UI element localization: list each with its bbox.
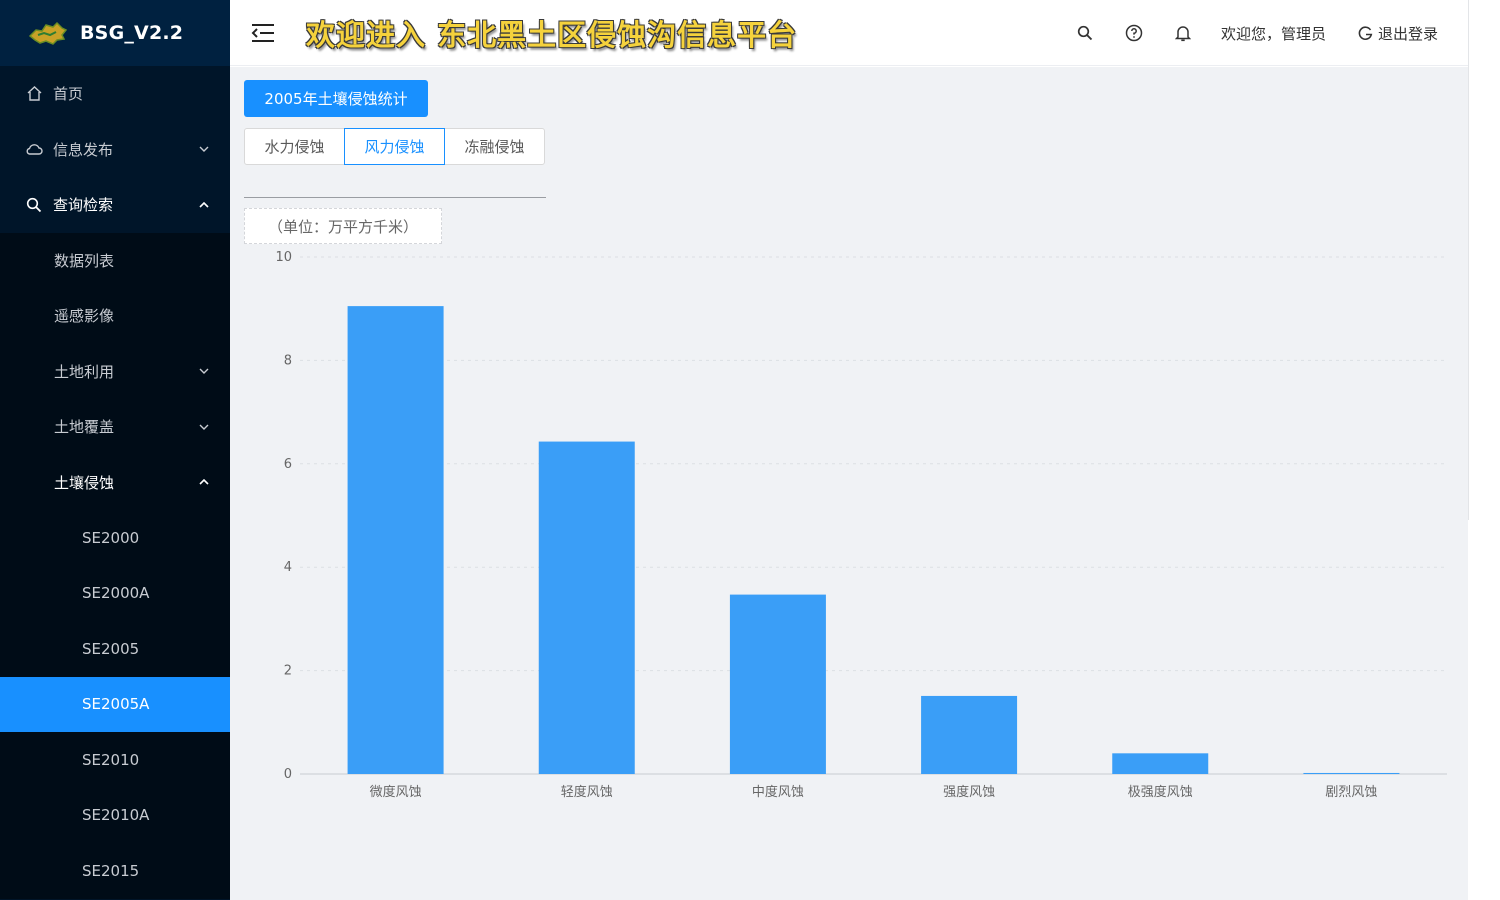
sidebar-item-label: SE2000 [82, 528, 140, 547]
tab-wind-erosion[interactable]: 风力侵蚀 [344, 128, 445, 165]
tab-divider [244, 197, 546, 198]
home-icon [25, 85, 43, 103]
sidebar-item-se2000[interactable]: SE2000 [0, 510, 230, 566]
x-category-label: 强度风蚀 [943, 784, 995, 800]
sidebar-item-label: 土壤侵蚀 [54, 473, 115, 492]
chevron-up-icon [198, 476, 210, 488]
sidebar-item-se2010a[interactable]: SE2010A [0, 787, 230, 843]
sidebar-item-label: SE2005 [82, 639, 140, 658]
chevron-up-icon [198, 199, 210, 211]
x-category-label: 微度风蚀 [370, 784, 422, 800]
header-actions: 欢迎您，管理员 退出登录 [1046, 0, 1438, 66]
bar[interactable] [729, 594, 826, 774]
help-icon[interactable] [1124, 23, 1144, 43]
sidebar-item-land-cover[interactable]: 土地覆盖 [0, 399, 230, 455]
right-scrollbar-area [1468, 0, 1500, 900]
wind-erosion-bar-chart: 0 2 4 6 8 10 微度风蚀 轻度风蚀 中度风蚀 强度风蚀 极强度风蚀 剧烈风蚀 [275, 250, 1447, 800]
bar[interactable] [921, 695, 1018, 774]
sidebar-item-label: SE2010A [82, 806, 150, 825]
sidebar-item-label: SE2015 [82, 861, 140, 880]
logout-label: 退出登录 [1377, 24, 1438, 43]
y-tick-label: 8 [284, 353, 292, 368]
chevron-down-icon [198, 421, 210, 433]
erosion-type-tabs: 水力侵蚀 风力侵蚀 冻融侵蚀 [244, 128, 545, 165]
sidebar-item-label: SE2005A [82, 695, 150, 714]
sidebar-item-se2000a[interactable]: SE2000A [0, 565, 230, 621]
search-icon[interactable] [1075, 23, 1095, 43]
welcome-text: 欢迎您，管理员 [1220, 24, 1326, 43]
x-category-label: 轻度风蚀 [561, 784, 613, 800]
sidebar-item-label: 遥感影像 [54, 307, 115, 326]
tab-freeze-thaw-erosion[interactable]: 冻融侵蚀 [444, 128, 545, 165]
search-icon [25, 196, 43, 214]
sidebar-item-soil-erosion[interactable]: 土壤侵蚀 [0, 454, 230, 510]
y-tick-label: 0 [284, 767, 292, 782]
bar[interactable] [1112, 753, 1209, 774]
bar[interactable] [538, 441, 635, 774]
x-category-label: 中度风蚀 [752, 784, 804, 800]
sidebar-item-label: SE2000A [82, 584, 150, 603]
scrollbar-track [1468, 0, 1469, 520]
sidebar-item-land-use[interactable]: 土地利用 [0, 343, 230, 399]
sidebar-item-info[interactable]: 信息发布 [0, 122, 230, 178]
platform-title: 欢迎进入 东北黑土区侵蚀沟信息平台 [306, 17, 798, 52]
sidebar-item-label: 首页 [53, 85, 84, 104]
y-tick-label: 6 [284, 457, 292, 472]
sidebar-item-label: 土地覆盖 [54, 418, 115, 437]
sidebar-item-query[interactable]: 查询检索 [0, 177, 230, 233]
sidebar-item-label: SE2010 [82, 750, 140, 769]
y-tick-label: 10 [275, 250, 292, 265]
logout-button[interactable]: 退出登录 [1358, 23, 1438, 44]
y-tick-label: 4 [284, 560, 292, 575]
sidebar-item-home[interactable]: 首页 [0, 66, 230, 122]
logo-map-icon [26, 18, 70, 48]
sidebar-item-data-list[interactable]: 数据列表 [0, 232, 230, 288]
x-category-label: 极强度风蚀 [1128, 784, 1193, 800]
y-tick-label: 2 [284, 664, 292, 679]
sidebar-item-label: 土地利用 [54, 362, 115, 381]
bell-icon[interactable] [1173, 23, 1193, 43]
app-name: BSG_V2.2 [80, 22, 184, 44]
sidebar-item-se2010[interactable]: SE2010 [0, 732, 230, 788]
bar[interactable] [1303, 772, 1400, 774]
bar[interactable] [347, 306, 444, 774]
sidebar-item-se2005[interactable]: SE2005 [0, 621, 230, 677]
chevron-down-icon [198, 143, 210, 155]
main-content: 2005年土壤侵蚀统计 水力侵蚀 风力侵蚀 冻融侵蚀 （单位：万平方千米） 02… [230, 67, 1468, 900]
cloud-icon [25, 140, 43, 158]
chevron-down-icon [198, 365, 210, 377]
sidebar-item-se2015[interactable]: SE2015 [0, 843, 230, 899]
sidebar-item-label: 查询检索 [53, 196, 114, 215]
sidebar-item-se2005a[interactable]: SE2005A [0, 676, 230, 732]
sidebar: BSG_V2.2 首页 信息发布 查询检索 数据列表 遥感影像 土地利用 土地覆… [0, 0, 230, 900]
logout-icon [1358, 23, 1374, 43]
logo[interactable]: BSG_V2.2 [0, 0, 230, 66]
menu-fold-icon[interactable] [250, 21, 276, 45]
header: 欢迎进入 东北黑土区侵蚀沟信息平台 欢迎您，管理员 退出登录 [230, 0, 1468, 66]
sidebar-item-label: 数据列表 [54, 251, 115, 270]
tab-water-erosion[interactable]: 水力侵蚀 [244, 128, 345, 165]
sidebar-item-label: 信息发布 [53, 140, 114, 159]
x-category-label: 剧烈风蚀 [1325, 785, 1377, 800]
erosion-stat-button[interactable]: 2005年土壤侵蚀统计 [244, 80, 428, 117]
sidebar-item-remote-sensing[interactable]: 遥感影像 [0, 288, 230, 344]
